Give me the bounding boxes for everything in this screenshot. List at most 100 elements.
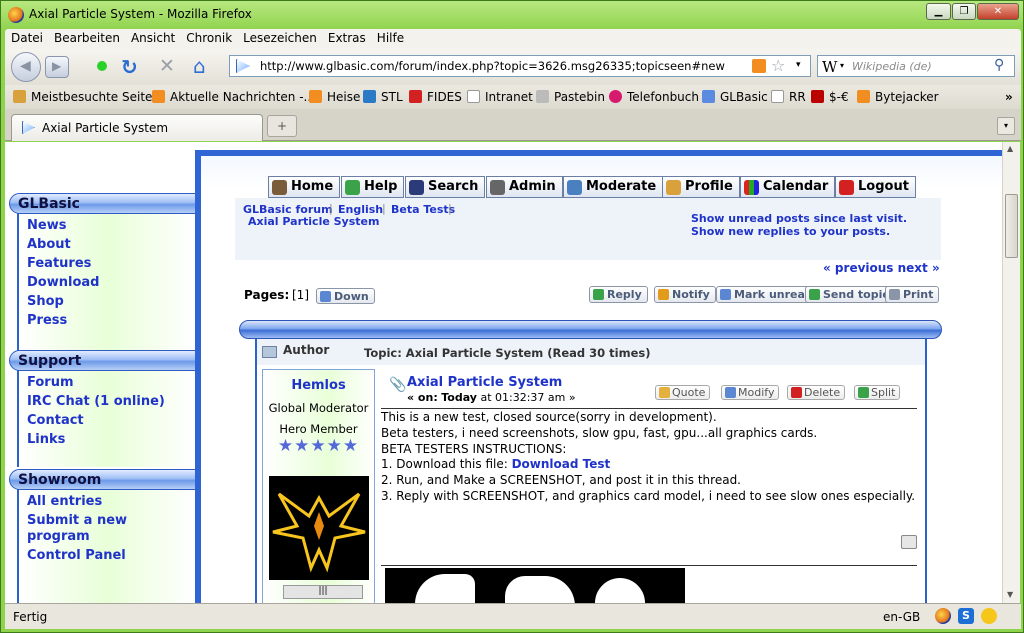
pages-current[interactable]: [1]	[292, 288, 309, 302]
nav-calendar-button[interactable]: Calendar	[740, 176, 836, 198]
print-icon	[889, 289, 900, 300]
scroll-up-icon[interactable]: ▲	[1007, 144, 1013, 153]
new-replies-link[interactable]: Show new replies to your posts.	[691, 225, 890, 238]
home-button[interactable]: ⌂	[193, 54, 206, 78]
search-engine-dropdown-icon[interactable]: ▾	[840, 61, 844, 70]
quote-button[interactable]: Quote	[655, 385, 711, 400]
stop-button[interactable]: ✕	[159, 55, 175, 77]
nav-profile-button[interactable]: Profile	[662, 176, 740, 198]
menu-extras[interactable]: Extras	[322, 29, 371, 45]
modify-button[interactable]: Modify	[721, 385, 780, 400]
breadcrumb-beta-tests[interactable]: Beta Tests	[391, 203, 455, 216]
new-tab-button[interactable]: +	[267, 115, 297, 137]
minimize-button[interactable]: ▁	[926, 3, 951, 20]
bookmark-label: Meistbesuchte Seiten	[31, 90, 161, 104]
nav-moderate-button[interactable]: Moderate	[563, 176, 664, 198]
download-test-link[interactable]: Download Test	[512, 457, 611, 471]
rss-icon	[309, 90, 322, 103]
sidebar-link-download[interactable]: Download	[27, 275, 99, 290]
sidebar-link-contact[interactable]: Contact	[27, 413, 84, 428]
bookmark-bytejacker[interactable]: Bytejacker	[857, 90, 939, 104]
sidebar-link-about[interactable]: About	[27, 237, 71, 252]
sidebar-link-press[interactable]: Press	[27, 313, 67, 328]
unread-posts-link[interactable]: Show unread posts since last visit.	[691, 212, 907, 225]
bookmark-nachrichten[interactable]: Aktuelle Nachrichten -...	[152, 90, 315, 104]
firefox-status-icon[interactable]	[935, 608, 951, 624]
print-button[interactable]: Print	[885, 286, 940, 303]
reload-button[interactable]: ↻	[121, 55, 138, 79]
maximize-button[interactable]: ❐	[952, 3, 976, 20]
sidebar-link-submit[interactable]: Submit a new program	[27, 513, 147, 545]
tab-list-button[interactable]: ▾	[997, 117, 1015, 135]
menu-chronik[interactable]: Chronik	[180, 29, 237, 45]
nav-help-button[interactable]: Help	[341, 176, 405, 198]
locale-indicator[interactable]: en-GB	[883, 610, 920, 624]
rss-icon[interactable]	[752, 59, 766, 73]
sidebar-link-all-entries[interactable]: All entries	[27, 494, 102, 509]
glbasic-icon	[702, 90, 715, 103]
sidebar-link-news[interactable]: News	[27, 218, 66, 233]
nav-admin-button[interactable]: Admin	[486, 176, 563, 198]
addon-status-icon[interactable]	[981, 608, 997, 624]
notify-button[interactable]: Notify	[654, 286, 716, 303]
mark-unread-button[interactable]: Mark unread	[716, 286, 819, 303]
url-dropdown-icon[interactable]: ▾	[796, 60, 801, 70]
post-title-link[interactable]: Axial Particle System	[407, 375, 562, 390]
prev-next-links[interactable]: « previous next »	[823, 261, 940, 275]
search-bar[interactable]: W ▾ Wikipedia (de) ⚲	[817, 55, 1015, 77]
folder-icon	[13, 90, 26, 103]
bookmarks-overflow-icon[interactable]: »	[1005, 90, 1013, 104]
sidebar-link-links[interactable]: Links	[27, 432, 65, 447]
sidebar-link-features[interactable]: Features	[27, 256, 91, 271]
bookmark-label: Bytejacker	[875, 90, 939, 104]
tab-bar: Axial Particle System + ▾	[5, 109, 1021, 141]
back-button[interactable]: ◀	[11, 52, 41, 82]
sidebar-link-shop[interactable]: Shop	[27, 294, 64, 309]
wikipedia-icon[interactable]: W	[822, 58, 837, 76]
menu-lesezeichen[interactable]: Lesezeichen	[237, 29, 322, 45]
close-button[interactable]: ✕	[977, 3, 1019, 20]
bookmark-pastebin[interactable]: Pastebin	[536, 90, 605, 104]
menu-hilfe[interactable]: Hilfe	[371, 29, 409, 45]
skype-icon[interactable]: S	[958, 608, 974, 624]
scroll-down-icon[interactable]: ▼	[1007, 590, 1013, 599]
forward-button[interactable]: ▶	[45, 56, 69, 78]
post-message: This is a new test, closed source(sorry …	[381, 410, 921, 505]
sidebar-link-forum[interactable]: Forum	[27, 375, 74, 390]
sidebar-link-control-panel[interactable]: Control Panel	[27, 548, 126, 563]
menu-ansicht[interactable]: Ansicht	[125, 29, 180, 45]
bookmark-heise[interactable]: Heise	[309, 90, 360, 104]
bookmark-fides[interactable]: FIDES	[409, 90, 462, 104]
nav-logout-button[interactable]: Logout	[835, 176, 916, 198]
bookmark-telefonbuch[interactable]: Telefonbuch	[609, 90, 699, 104]
menu-datei[interactable]: Datei	[5, 29, 48, 45]
bookmark-label: Pastebin	[554, 90, 605, 104]
url-bar[interactable]: http://www.glbasic.com/forum/index.php?t…	[229, 55, 811, 77]
bookmark-intranet[interactable]: Intranet	[467, 90, 533, 104]
split-button[interactable]: Split	[854, 385, 901, 400]
search-input[interactable]: Wikipedia (de)	[852, 60, 932, 73]
username-link[interactable]: Hemlos	[263, 378, 374, 393]
bookmark-euro[interactable]: $-€	[811, 90, 849, 104]
down-button[interactable]: Down	[316, 288, 375, 304]
bookmark-meistbesuchte[interactable]: Meistbesuchte Seiten	[13, 90, 160, 104]
vertical-scrollbar[interactable]: ▲ ▼	[1002, 142, 1020, 603]
menu-bearbeiten[interactable]: Bearbeiten	[48, 29, 125, 45]
nav-home-button[interactable]: Home	[268, 176, 341, 198]
tab-axial-particle-system[interactable]: Axial Particle System	[11, 114, 263, 141]
sidebar-link-irc-chat[interactable]: IRC Chat (1 online)	[27, 394, 165, 409]
delete-button[interactable]: Delete	[787, 385, 846, 400]
search-icon[interactable]: ⚲	[994, 57, 1004, 73]
bookmark-glbasic[interactable]: GLBasic	[702, 90, 768, 104]
admin-icon	[490, 180, 505, 195]
avatar-scrollbar[interactable]: |||	[283, 585, 363, 599]
report-to-moderator-icon[interactable]	[901, 535, 917, 549]
breadcrumb-current-topic[interactable]: Axial Particle System	[248, 215, 379, 228]
bookmark-rr[interactable]: RR	[771, 90, 806, 104]
nav-search-button[interactable]: Search	[405, 176, 486, 198]
bookmark-star-icon[interactable]: ☆	[771, 56, 785, 75]
send-topic-button[interactable]: Send topic	[805, 286, 895, 303]
bookmark-stl[interactable]: STL	[363, 90, 403, 104]
scrollbar-thumb[interactable]	[1005, 194, 1018, 258]
reply-button[interactable]: Reply	[589, 286, 648, 303]
